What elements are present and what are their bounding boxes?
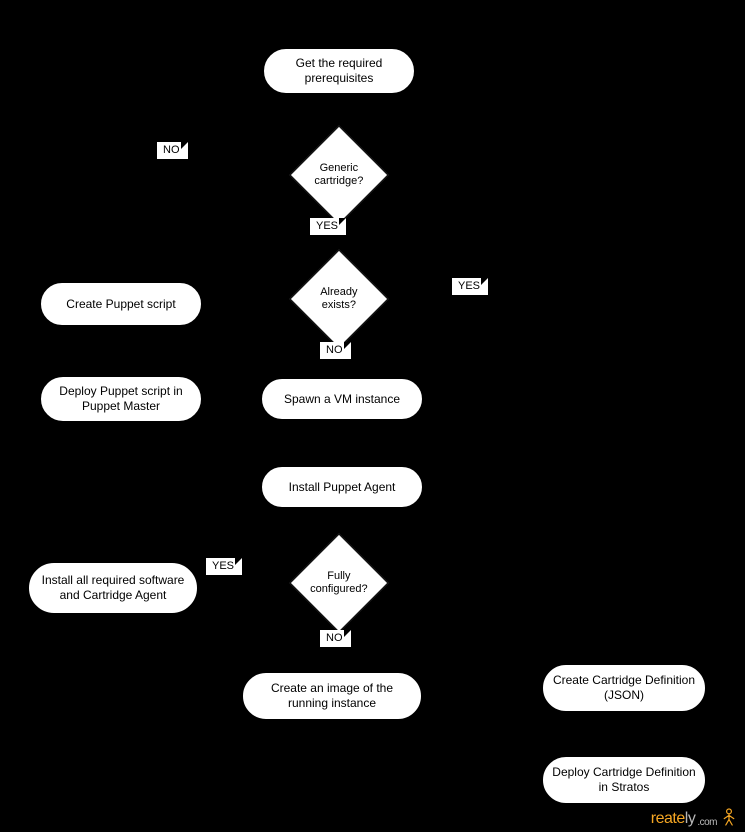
node-deploy-puppet-master: Deploy Puppet script in Puppet Master bbox=[40, 376, 202, 422]
label-text: NO bbox=[326, 344, 343, 356]
node-deploy-cartridge-definition: Deploy Cartridge Definition in Stratos bbox=[542, 756, 706, 804]
creately-figure-icon bbox=[721, 808, 737, 826]
decision-generic-cartridge: Generic cartridge? bbox=[290, 126, 389, 225]
node-text: Generic cartridge? bbox=[305, 162, 373, 188]
decision-fully-configured: Fully configured? bbox=[290, 534, 389, 633]
node-text: Install Puppet Agent bbox=[289, 480, 396, 495]
label-text: YES bbox=[316, 220, 338, 232]
decision-already-exists: Already exists? bbox=[290, 250, 389, 349]
edge-label-generic-no: NO bbox=[157, 142, 188, 159]
node-install-puppet-agent: Install Puppet Agent bbox=[261, 466, 423, 508]
label-text: YES bbox=[458, 280, 480, 292]
label-text: YES bbox=[212, 560, 234, 572]
creately-watermark: reately .com bbox=[651, 808, 737, 828]
node-spawn-vm: Spawn a VM instance bbox=[261, 378, 423, 420]
node-install-all-required: Install all required software and Cartri… bbox=[28, 562, 198, 614]
edge-label-exists-no: NO bbox=[320, 342, 351, 359]
node-text: Create an image of the running instance bbox=[251, 681, 413, 711]
label-text: NO bbox=[163, 144, 180, 156]
node-text: Fully configured? bbox=[305, 570, 373, 596]
node-text: Deploy Puppet script in Puppet Master bbox=[49, 384, 193, 414]
node-get-prerequisites: Get the required prerequisites bbox=[263, 48, 415, 94]
edge-label-configured-yes: YES bbox=[206, 558, 242, 575]
node-text: Deploy Cartridge Definition in Stratos bbox=[551, 765, 697, 795]
watermark-text-a: reate bbox=[651, 810, 685, 828]
edge-label-generic-yes: YES bbox=[310, 218, 346, 235]
node-create-puppet-script: Create Puppet script bbox=[40, 282, 202, 326]
node-text: Install all required software and Cartri… bbox=[37, 573, 189, 603]
node-text: Create Cartridge Definition (JSON) bbox=[551, 673, 697, 703]
label-text: NO bbox=[326, 632, 343, 644]
edge-label-configured-no: NO bbox=[320, 630, 351, 647]
node-create-image: Create an image of the running instance bbox=[242, 672, 422, 720]
watermark-domain: .com bbox=[697, 817, 717, 828]
edge-label-exists-yes: YES bbox=[452, 278, 488, 295]
node-text: Already exists? bbox=[305, 286, 373, 312]
node-text: Spawn a VM instance bbox=[284, 392, 400, 407]
node-text: Create Puppet script bbox=[66, 297, 175, 312]
node-text: Get the required prerequisites bbox=[272, 56, 406, 86]
watermark-text-b: ly bbox=[685, 810, 696, 828]
node-create-cartridge-definition: Create Cartridge Definition (JSON) bbox=[542, 664, 706, 712]
